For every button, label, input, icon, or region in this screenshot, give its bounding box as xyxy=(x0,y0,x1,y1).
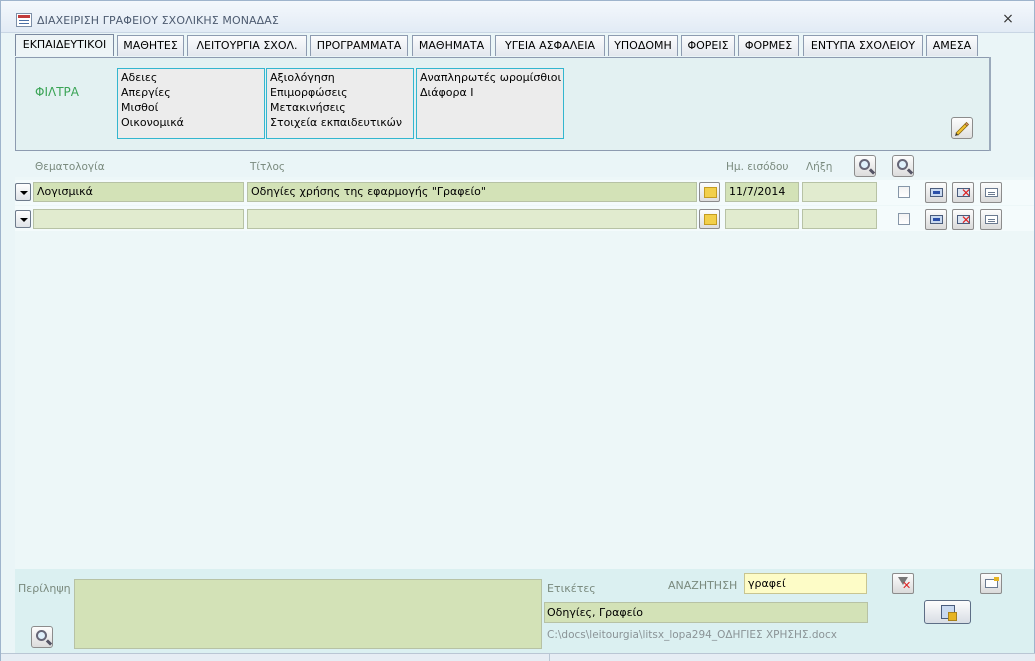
magnifier-icon xyxy=(36,630,47,641)
summary-search-button[interactable] xyxy=(31,626,53,648)
filter-list-2: Αξιολόγηση Επιμορφώσεις Μετακινήσεις Στο… xyxy=(266,68,414,139)
open-document-icon xyxy=(930,188,943,197)
summary-field[interactable] xyxy=(74,579,542,649)
tab-school-operation[interactable]: ΛΕΙΤΟΥΡΓΙΑ ΣΧΟΛ. xyxy=(187,35,307,56)
details-icon xyxy=(985,188,998,197)
column-header-expiry: Λήξη xyxy=(806,161,833,173)
open-document-button[interactable] xyxy=(925,209,947,230)
search-label: ΑΝΑΖΗΤΗΣΗ xyxy=(668,579,738,592)
filter-item[interactable]: Απεργίες xyxy=(121,85,261,100)
search-input[interactable] xyxy=(744,573,867,594)
status-divider xyxy=(549,653,550,661)
filter-item[interactable]: Μετακινήσεις xyxy=(270,100,410,115)
expiry-field[interactable] xyxy=(802,209,877,229)
filter-item[interactable]: Στοιχεία εκπαιδευτικών xyxy=(270,115,410,130)
tab-bar: ΕΚΠΑΙΔΕΥΤΙΚΟΙ ΜΑΘΗΤΕΣ ΛΕΙΤΟΥΡΓΙΑ ΣΧΟΛ. Π… xyxy=(15,34,1015,57)
status-strip xyxy=(1,653,1035,661)
filter-list-3: Αναπληρωτές ωρομίσθιοι Διάφορα Ι xyxy=(416,68,564,139)
save-button[interactable] xyxy=(924,600,971,624)
title-field[interactable] xyxy=(247,209,697,229)
details-button[interactable] xyxy=(980,182,1002,203)
tab-forms[interactable]: ΦΟΡΜΕΣ xyxy=(738,35,799,56)
panel-shadow xyxy=(989,57,991,151)
delete-record-button[interactable]: ✕ xyxy=(952,209,974,230)
column-header-subject: Θεματολογία xyxy=(35,161,105,173)
title-field[interactable]: Οδηγίες χρήσης της εφαρμογής "Γραφείο" xyxy=(247,182,697,202)
note-button[interactable] xyxy=(699,209,720,229)
filter-item[interactable]: Αδειες xyxy=(121,70,261,85)
window-title: ΔΙΑΧΕΙΡΙΣΗ ΓΡΑΦΕΙΟΥ ΣΧΟΛΙΚΗΣ ΜΟΝΑΔΑΣ xyxy=(37,14,279,27)
tab-programs[interactable]: ΠΡΟΓΡΑΜΜΑΤΑ xyxy=(310,35,408,56)
subject-dropdown[interactable] xyxy=(15,210,31,228)
open-document-icon xyxy=(930,215,943,224)
filter-item[interactable]: Αξιολόγηση xyxy=(270,70,410,85)
search-button-2[interactable] xyxy=(892,155,914,177)
subject-field[interactable]: Λογισμικά xyxy=(33,182,244,202)
tab-lessons[interactable]: ΜΑΘΗΜΑΤΑ xyxy=(412,35,491,56)
search-button[interactable] xyxy=(854,155,876,177)
new-document-icon xyxy=(985,577,999,588)
title-bar: ΔΙΑΧΕΙΡΙΣΗ ΓΡΑΦΕΙΟΥ ΣΧΟΛΙΚΗΣ ΜΟΝΑΔΑΣ × xyxy=(1,1,1034,33)
close-button[interactable]: × xyxy=(1001,11,1015,27)
filter-item[interactable]: Αναπληρωτές ωρομίσθιοι xyxy=(420,70,561,85)
file-path: C:\docs\leitourgia\litsx_lopa294_ΟΔΗΓΙΕΣ… xyxy=(547,629,837,641)
tags-label: Ετικέτες xyxy=(547,582,596,595)
tab-agencies[interactable]: ΦΟΡΕΙΣ xyxy=(681,35,735,56)
expiry-field[interactable] xyxy=(802,182,877,202)
subject-field[interactable] xyxy=(33,209,244,229)
filter-item[interactable]: Οικονομικά xyxy=(121,115,261,130)
details-button[interactable] xyxy=(980,209,1002,230)
tab-school-documents[interactable]: ΕΝΤΥΠΑ ΣΧΟΛΕΙΟΥ xyxy=(803,35,923,56)
tab-health-safety[interactable]: ΥΓΕΙΑ ΑΣΦΑΛΕΙΑ xyxy=(495,35,605,56)
tab-direct[interactable]: ΑΜΕΣΑ xyxy=(926,35,978,56)
filter-item[interactable]: Επιμορφώσεις xyxy=(270,85,410,100)
form-icon xyxy=(16,13,32,27)
filter-item[interactable]: Μισθοί xyxy=(121,100,261,115)
magnifier-icon xyxy=(859,159,870,170)
new-document-button[interactable] xyxy=(980,573,1002,594)
delete-x-icon: ✕ xyxy=(961,186,972,200)
tags-field[interactable]: Οδηγίες, Γραφείο xyxy=(544,602,868,623)
clear-x-icon: ✕ xyxy=(902,579,912,592)
row-checkbox[interactable] xyxy=(898,186,910,198)
note-button[interactable] xyxy=(699,182,720,202)
edit-filters-button[interactable] xyxy=(951,117,973,139)
tab-infrastructure[interactable]: ΥΠΟΔΟΜΗ xyxy=(608,35,678,56)
column-header-entry-date: Ημ. εισόδου xyxy=(726,161,789,173)
save-icon xyxy=(941,605,957,621)
filters-label: ΦΙΛΤΡΑ xyxy=(35,85,79,99)
tab-students[interactable]: ΜΑΘΗΤΕΣ xyxy=(117,35,184,56)
clear-search-button[interactable]: ✕ xyxy=(892,573,914,594)
details-icon xyxy=(985,215,998,224)
app-window: ΔΙΑΧΕΙΡΙΣΗ ΓΡΑΦΕΙΟΥ ΣΧΟΛΙΚΗΣ ΜΟΝΑΔΑΣ × Ε… xyxy=(0,0,1035,661)
filter-list-1: Αδειες Απεργίες Μισθοί Οικονομικά xyxy=(117,68,265,139)
column-header-title: Τίτλος xyxy=(250,161,286,173)
filter-item[interactable]: Διάφορα Ι xyxy=(420,85,560,100)
entry-date-field[interactable]: 11/7/2014 xyxy=(725,182,799,202)
open-document-button[interactable] xyxy=(925,182,947,203)
tab-teachers[interactable]: ΕΚΠΑΙΔΕΥΤΙΚΟΙ xyxy=(15,34,114,56)
delete-record-button[interactable]: ✕ xyxy=(952,182,974,203)
records-grid xyxy=(15,177,1034,569)
delete-x-icon: ✕ xyxy=(961,213,972,227)
magnifier-icon xyxy=(897,159,908,170)
pencil-icon xyxy=(955,121,970,136)
subject-dropdown[interactable] xyxy=(15,183,31,201)
row-checkbox[interactable] xyxy=(898,213,910,225)
summary-label: Περίληψη xyxy=(18,582,71,595)
entry-date-field[interactable] xyxy=(725,209,799,229)
